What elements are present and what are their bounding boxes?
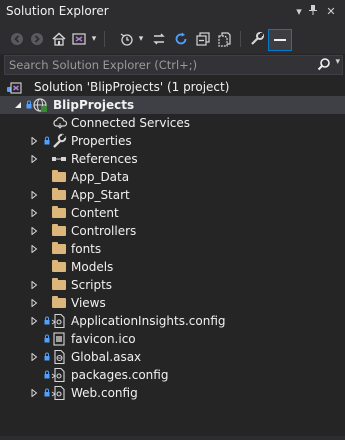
tree-item-label: References [71, 152, 138, 166]
config-file-icon [51, 313, 65, 329]
folder-icon [52, 277, 68, 293]
tree-item-packages-config[interactable]: packages.config [0, 366, 345, 384]
collapsed-arrow-icon[interactable] [30, 317, 38, 325]
lock-icon [44, 136, 50, 145]
window-menu-dropdown-icon[interactable]: ▾ [293, 4, 305, 20]
tree-item-app-data[interactable]: App_Data [0, 168, 345, 186]
folder-icon [52, 187, 68, 203]
filter-dropdown-icon[interactable]: ▾ [136, 30, 146, 48]
solution-label: Solution 'BlipProjects' (1 project) [34, 80, 230, 94]
tree-item-content[interactable]: Content [0, 204, 345, 222]
toolbar: ▾ ▾ [0, 24, 345, 54]
folder-icon [52, 223, 68, 239]
toolbar-separator [104, 31, 105, 47]
asax-file-icon [54, 349, 65, 365]
tree-item-label: Controllers [71, 224, 137, 238]
search-input[interactable] [5, 56, 309, 74]
tree-item-label: Models [71, 260, 114, 274]
folder-icon [52, 169, 68, 185]
tree-item-label: Web.config [71, 386, 138, 400]
tree-item-label: Global.asax [71, 350, 142, 364]
home-icon[interactable] [50, 30, 68, 48]
wrench-icon [53, 133, 67, 148]
folder-icon [52, 205, 68, 221]
tree-item-label: Connected Services [71, 116, 191, 130]
tree-item-label: Scripts [71, 278, 113, 292]
project-label: BlipProjects [53, 98, 135, 112]
tree-item-favicon[interactable]: favicon.ico [0, 330, 345, 348]
search-box: ▾ [4, 55, 343, 75]
lock-icon [44, 316, 50, 325]
collapsed-arrow-icon[interactable] [30, 281, 38, 289]
tree-row-solution[interactable]: Solution 'BlipProjects' (1 project) [0, 78, 345, 96]
collapsed-arrow-icon[interactable] [30, 155, 38, 163]
search-options-dropdown-icon[interactable]: ▾ [335, 57, 340, 67]
references-icon [52, 157, 66, 161]
expanded-arrow-icon[interactable] [14, 101, 22, 109]
tree-item-label: App_Data [71, 170, 130, 184]
tree-item-applicationinsights-config[interactable]: ApplicationInsights.config [0, 312, 345, 330]
tree-item-app-start[interactable]: App_Start [0, 186, 345, 204]
tree-item-models[interactable]: Models [0, 258, 345, 276]
properties-wrench-icon[interactable] [248, 30, 266, 48]
collapsed-arrow-icon[interactable] [30, 299, 38, 307]
tree-item-label: Properties [71, 134, 132, 148]
lock-icon [44, 388, 50, 397]
collapsed-arrow-icon[interactable] [30, 209, 38, 217]
config-file-icon [51, 385, 65, 401]
tree-row-project[interactable]: BlipProjects [0, 96, 345, 114]
pin-icon[interactable] [307, 4, 319, 20]
tree-item-label: Views [71, 296, 106, 310]
window-title: Solution Explorer [6, 4, 109, 18]
tree-item-web-config[interactable]: Web.config [0, 384, 345, 402]
lock-icon [44, 370, 50, 379]
back-icon[interactable] [8, 30, 26, 48]
collapsed-arrow-icon[interactable] [30, 137, 38, 145]
ico-file-icon [53, 332, 65, 346]
folder-icon [52, 295, 68, 311]
collapsed-arrow-icon[interactable] [30, 353, 38, 361]
tree-item-label: App_Start [71, 188, 130, 202]
collapsed-arrow-icon[interactable] [30, 389, 38, 397]
tree-item-label: ApplicationInsights.config [71, 314, 226, 328]
collapsed-arrow-icon[interactable] [30, 191, 38, 199]
tree-item-fonts[interactable]: fonts [0, 240, 345, 258]
preview-selected-items-icon[interactable] [268, 29, 292, 51]
pending-changes-filter-icon[interactable] [118, 30, 136, 48]
tree-item-connected-services[interactable]: Connected Services [0, 114, 345, 132]
collapsed-arrow-icon[interactable] [30, 245, 38, 253]
toolbar-separator [240, 31, 241, 47]
sync-with-active-document-icon[interactable] [150, 30, 168, 48]
config-file-icon [51, 367, 65, 383]
forward-icon[interactable] [28, 30, 46, 48]
title-bar: Solution Explorer ▾ ✕ [0, 0, 345, 24]
tree-item-label: packages.config [71, 368, 169, 382]
folder-icon [52, 241, 68, 257]
tree-item-properties[interactable]: Properties [0, 132, 345, 150]
tree-item-label: fonts [71, 242, 102, 256]
vs-window-switch-icon[interactable] [70, 30, 88, 48]
lock-icon [44, 334, 50, 343]
switch-views-dropdown-icon[interactable]: ▾ [88, 30, 100, 48]
tree-item-views[interactable]: Views [0, 294, 345, 312]
tree-item-label: Content [71, 206, 119, 220]
tree-item-label: favicon.ico [71, 332, 136, 346]
tree-item-references[interactable]: References [0, 150, 345, 168]
refresh-icon[interactable] [172, 30, 190, 48]
search-icon[interactable] [316, 57, 332, 73]
collapsed-arrow-icon[interactable] [30, 227, 38, 235]
folder-icon [52, 259, 68, 275]
lock-icon [44, 352, 50, 361]
bottom-border [0, 436, 345, 440]
tree-item-global-asax[interactable]: Global.asax [0, 348, 345, 366]
web-project-icon [33, 98, 47, 112]
close-icon[interactable]: ✕ [324, 4, 338, 20]
show-all-files-icon[interactable] [216, 30, 234, 48]
collapse-all-icon[interactable] [194, 30, 212, 48]
tree-item-controllers[interactable]: Controllers [0, 222, 345, 240]
tree-item-scripts[interactable]: Scripts [0, 276, 345, 294]
solution-icon [7, 82, 22, 94]
cloud-icon [53, 117, 68, 129]
